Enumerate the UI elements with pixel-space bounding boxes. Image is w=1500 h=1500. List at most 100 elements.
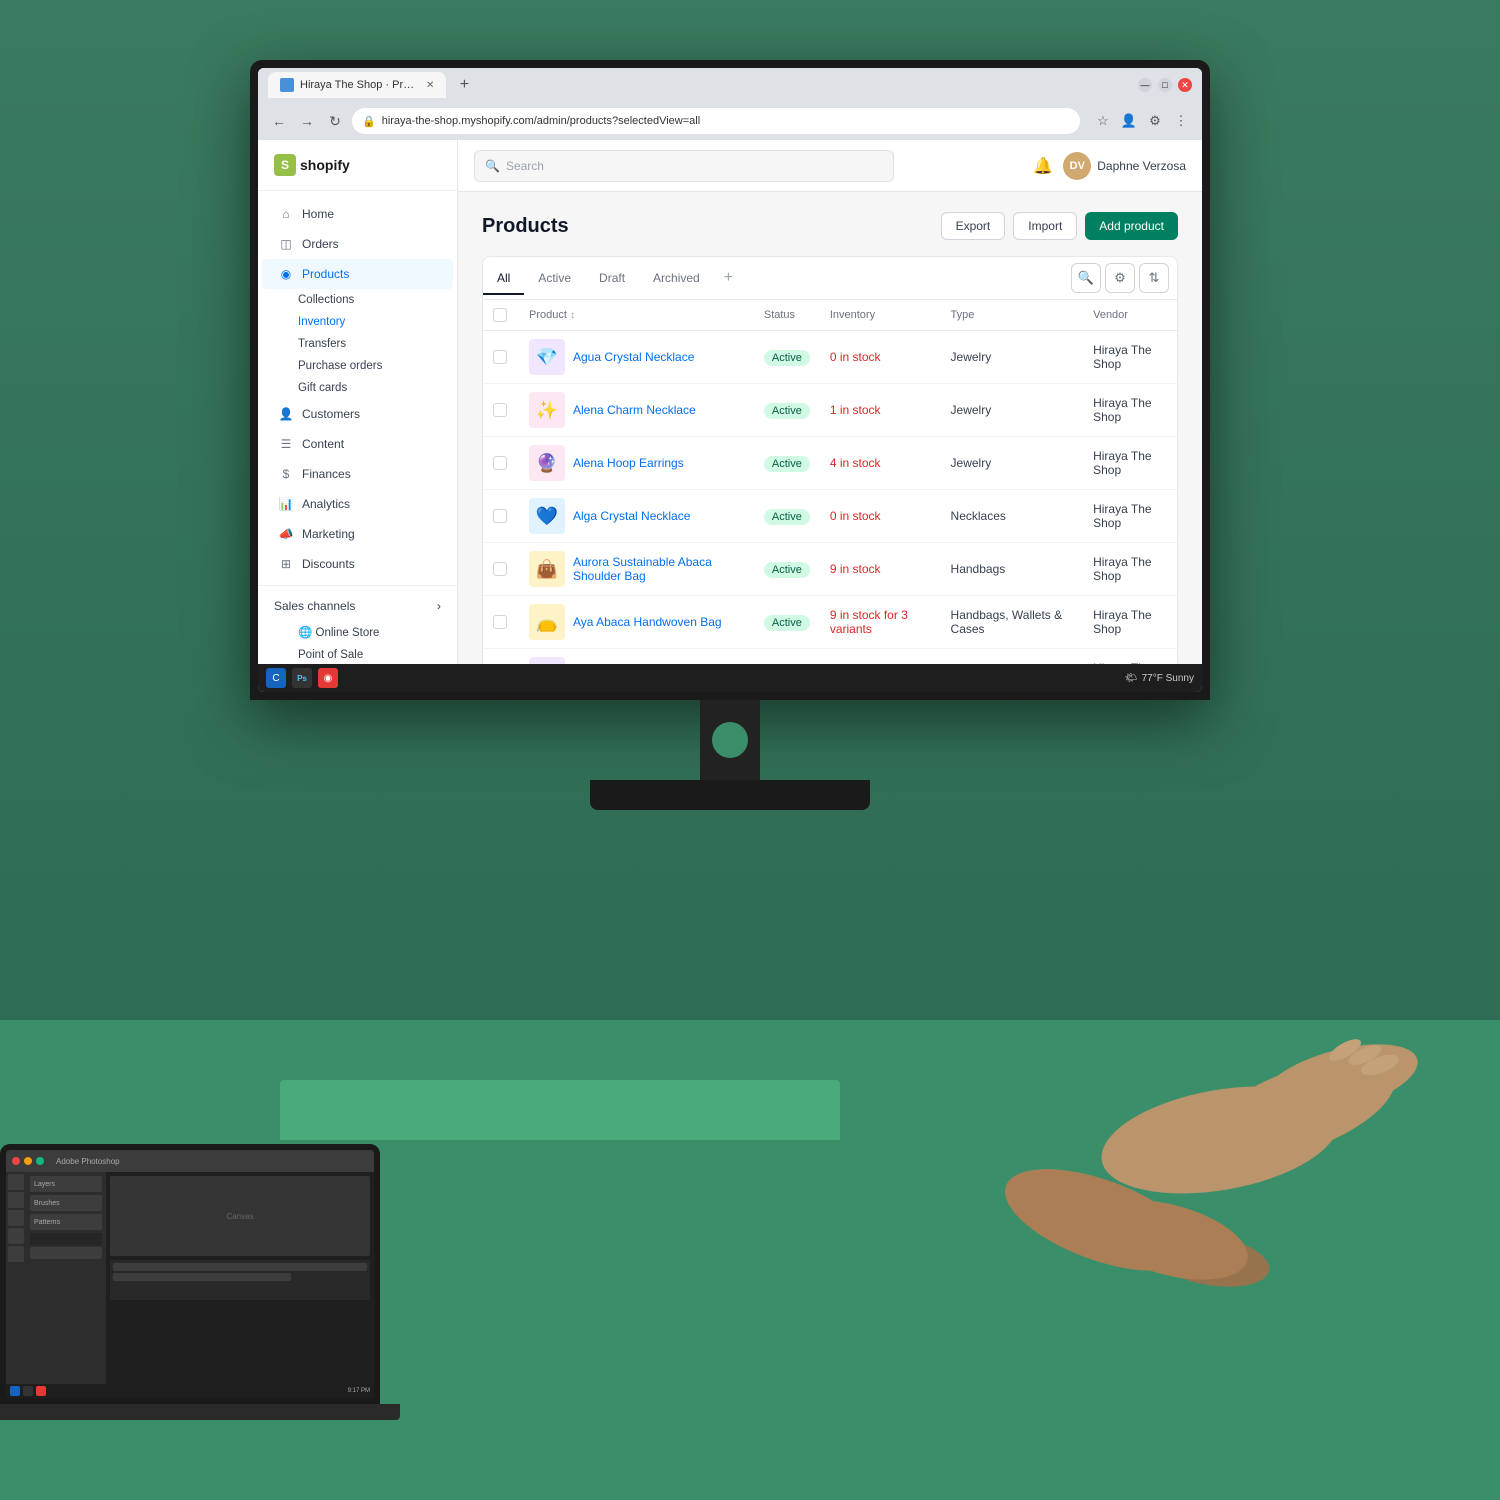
taskbar-icon-red[interactable]: ◉ <box>318 668 338 688</box>
sidebar-item-customers[interactable]: 👤 Customers <box>262 399 453 429</box>
address-bar[interactable]: 🔒 hiraya-the-shop.myshopify.com/admin/pr… <box>352 108 1080 134</box>
inventory-cell-4: 0 in stock <box>820 490 941 543</box>
add-product-button[interactable]: Add product <box>1085 212 1178 240</box>
tab-close-button[interactable]: ✕ <box>426 80 434 91</box>
products-page: Products Export Import Add product <box>458 192 1202 664</box>
sidebar-item-finances[interactable]: $ Finances <box>262 459 453 489</box>
status-col-header[interactable]: Status <box>754 300 820 331</box>
browser-tab-active[interactable]: Hiraya The Shop · Products · Sh... ✕ <box>268 72 446 98</box>
sidebar-item-marketing[interactable]: 📣 Marketing <box>262 519 453 549</box>
taskbar-chrome-icon[interactable]: C <box>266 668 286 688</box>
export-button[interactable]: Export <box>941 212 1006 240</box>
bookmark-button[interactable]: ☆ <box>1092 110 1114 132</box>
row-checkbox-6[interactable] <box>493 615 507 629</box>
row-checkbox-cell <box>483 543 519 596</box>
sidebar-item-gift-cards[interactable]: Gift cards <box>262 377 453 399</box>
select-all-checkbox[interactable] <box>493 308 507 322</box>
window-close[interactable]: ✕ <box>1178 78 1192 92</box>
browser-title-bar: Hiraya The Shop · Products · Sh... ✕ + —… <box>258 68 1202 102</box>
sidebar-item-collections[interactable]: Collections <box>262 289 453 311</box>
search-filter-button[interactable]: 🔍 <box>1071 263 1101 293</box>
product-thumb-emoji: ✨ <box>536 400 558 421</box>
user-avatar: DV <box>1063 152 1091 180</box>
sidebar-item-home[interactable]: ⌂ Home <box>262 199 453 229</box>
row-checkbox-cell <box>483 331 519 384</box>
sidebar-item-content[interactable]: ☰ Content <box>262 429 453 459</box>
table-header-row: Product ↕ Status Inventory Type Vendor <box>483 300 1177 331</box>
monitor: Hiraya The Shop · Products · Sh... ✕ + —… <box>250 60 1210 810</box>
analytics-icon: 📊 <box>278 496 294 512</box>
sidebar-item-discounts[interactable]: ⊞ Discounts <box>262 549 453 579</box>
window-minimize[interactable]: — <box>1138 78 1152 92</box>
ps-prop-row-2 <box>113 1273 291 1281</box>
profile-button[interactable]: 👤 <box>1118 110 1140 132</box>
menu-button[interactable]: ⋮ <box>1170 110 1192 132</box>
product-name-1[interactable]: Agua Crystal Necklace <box>573 350 694 364</box>
import-button[interactable]: Import <box>1013 212 1077 240</box>
inventory-cell-2: 1 in stock <box>820 384 941 437</box>
tab-active[interactable]: Active <box>524 263 585 295</box>
new-tab-button[interactable]: + <box>452 73 476 97</box>
inventory-text-2: 1 in stock <box>830 403 881 417</box>
product-name-cell: 👝 Aya Abaca Handwoven Bag <box>519 596 754 649</box>
tab-draft[interactable]: Draft <box>585 263 639 295</box>
product-name-4[interactable]: Alga Crystal Necklace <box>573 509 690 523</box>
product-thumb-5: 👜 <box>529 551 565 587</box>
type-col-header[interactable]: Type <box>941 300 1084 331</box>
ssl-lock-icon: 🔒 <box>362 115 376 128</box>
sidebar-item-analytics[interactable]: 📊 Analytics <box>262 489 453 519</box>
marketing-icon: 📣 <box>278 526 294 542</box>
ps-canvas: Canvas <box>110 1176 370 1256</box>
sidebar-item-inventory[interactable]: Inventory <box>262 311 453 333</box>
ps-panel-patterns: Patterns <box>30 1214 102 1230</box>
reload-button[interactable]: ↻ <box>324 110 346 132</box>
type-cell-5: Handbags <box>941 543 1084 596</box>
sidebar-item-orders[interactable]: ◫ Orders <box>262 229 453 259</box>
shopify-logo[interactable]: S shopify <box>274 154 350 176</box>
extensions-button[interactable]: ⚙ <box>1144 110 1166 132</box>
ps-tool-2 <box>8 1192 24 1208</box>
tab-archived[interactable]: Archived <box>639 263 714 295</box>
sidebar-item-orders-label: Orders <box>302 237 339 251</box>
taskbar-ps-icon[interactable]: Ps <box>292 668 312 688</box>
product-name-6[interactable]: Aya Abaca Handwoven Bag <box>573 615 722 629</box>
row-checkbox-1[interactable] <box>493 350 507 364</box>
ps-tool-1 <box>8 1174 24 1190</box>
sidebar-item-products[interactable]: ◉ Products <box>262 259 453 289</box>
sidebar-item-online-store[interactable]: 🌐 Online Store <box>262 620 453 644</box>
sidebar-item-purchase-orders[interactable]: Purchase orders <box>262 355 453 377</box>
row-checkbox-2[interactable] <box>493 403 507 417</box>
product-name-3[interactable]: Alena Hoop Earrings <box>573 456 684 470</box>
notifications-button[interactable]: 🔔 <box>1033 156 1053 176</box>
forward-button[interactable]: → <box>296 110 318 132</box>
product-thumb-1: 💎 <box>529 339 565 375</box>
search-icon: 🔍 <box>485 159 500 173</box>
ps-canvas-content: Canvas <box>226 1212 253 1221</box>
status-cell-1: Active <box>754 331 820 384</box>
sidebar-item-transfers[interactable]: Transfers <box>262 333 453 355</box>
ps-top-bar: Adobe Photoshop <box>6 1150 374 1172</box>
product-name-5[interactable]: Aurora Sustainable Abaca Shoulder Bag <box>573 555 744 583</box>
url-text: hiraya-the-shop.myshopify.com/admin/prod… <box>382 115 700 127</box>
row-checkbox-5[interactable] <box>493 562 507 576</box>
user-menu[interactable]: DV Daphne Verzosa <box>1063 152 1186 180</box>
filter-button[interactable]: ⚙ <box>1105 263 1135 293</box>
sidebar-item-pos[interactable]: Point of Sale <box>262 644 453 664</box>
row-checkbox-4[interactable] <box>493 509 507 523</box>
tab-all[interactable]: All <box>483 263 524 295</box>
vendor-col-header[interactable]: Vendor <box>1083 300 1177 331</box>
product-col-header[interactable]: Product ↕ <box>519 300 754 331</box>
sort-button[interactable]: ⇅ <box>1139 263 1169 293</box>
window-maximize[interactable]: □ <box>1158 78 1172 92</box>
add-tab-button[interactable]: + <box>714 262 743 294</box>
search-bar[interactable]: 🔍 Search <box>474 150 894 182</box>
product-name-2[interactable]: Alena Charm Necklace <box>573 403 696 417</box>
laptop-base <box>0 1404 400 1420</box>
back-button[interactable]: ← <box>268 110 290 132</box>
laptop: Adobe Photoshop Layers Brushes <box>0 1144 400 1420</box>
inventory-col-header[interactable]: Inventory <box>820 300 941 331</box>
row-checkbox-3[interactable] <box>493 456 507 470</box>
table-row: 🔮 Alena Hoop Earrings Active 4 in stock … <box>483 437 1177 490</box>
sales-channels-header[interactable]: Sales channels › <box>258 592 457 620</box>
vendor-cell-2: Hiraya The Shop <box>1083 384 1177 437</box>
